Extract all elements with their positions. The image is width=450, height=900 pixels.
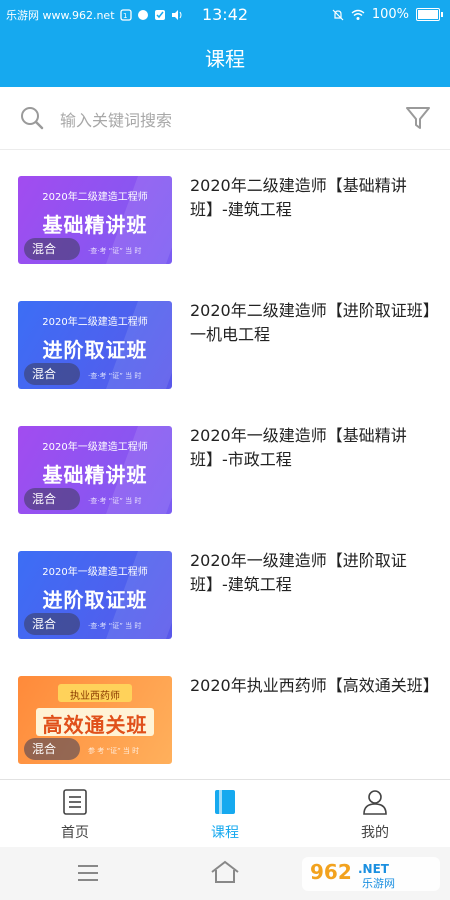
search-bar[interactable]: 输入关键词搜索 [0,87,450,150]
course-list[interactable]: 2020年二级建造工程师 基础精讲班 混合 ·查·考 “证” 当 时 2020年… [0,150,450,780]
course-title[interactable]: 2020年二级建造师【进阶取证班】一机电工程 [190,299,435,347]
course-thumbnail[interactable]: 2020年二级建造工程师 进阶取证班 混合 ·查·考 “证” 当 时 [18,301,172,389]
course-title[interactable]: 2020年一级建造师【进阶取证班】-建筑工程 [190,549,435,597]
menu-icon[interactable] [77,864,99,882]
thumbnail-slogan: ·查·考 “证” 当 时 [88,372,142,380]
tab-courses[interactable]: 课程 [150,780,300,848]
course-title[interactable]: 2020年一级建造师【基础精讲班】-市政工程 [190,424,435,472]
svg-text:乐游网: 乐游网 [362,877,395,890]
course-type-badge: 混合 [24,238,80,260]
course-item[interactable]: 执业西药师 高效通关班 混合 参 考 “证” 当 时 2020年执业西药师【高效… [0,650,450,775]
course-type-badge: 混合 [24,613,80,635]
battery-percent: 100% [371,7,409,22]
thumbnail-title: 高效通关班 [42,713,148,737]
thumbnail-subtitle: 2020年一级建造工程师 [42,567,148,578]
thumbnail-title: 进阶取证班 [42,338,148,362]
thumbnail-title: 基础精讲班 [42,463,148,487]
course-item[interactable]: 2020年二级建造工程师 进阶取证班 混合 ·查·考 “证” 当 时 2020年… [0,275,450,400]
watermark-icon: 962 .NET 乐游网 [302,857,440,891]
wifi-icon [351,9,365,20]
tab-label: 我的 [361,825,389,841]
thumbnail-title: 基础精讲班 [42,213,148,237]
course-title[interactable]: 2020年二级建造师【基础精讲班】-建筑工程 [190,174,435,222]
thumbnail-subtitle: 2020年二级建造工程师 [42,317,148,328]
status-bar: 乐游网 www.962.net 1 13:42 100% [0,0,450,32]
svg-text:.NET: .NET [358,862,390,876]
bottom-tab-bar: 首页 课程 我的 [0,779,450,848]
watermark-logo: 962 .NET 乐游网 [302,853,442,895]
search-input[interactable]: 输入关键词搜索 [60,107,172,131]
course-title[interactable]: 2020年执业西药师【高效通关班】 [190,674,439,698]
home-outline-icon[interactable] [210,860,240,884]
book-icon [215,790,235,814]
mute-icon [332,9,344,20]
tab-label: 课程 [211,825,239,841]
thumbnail-slogan: ·查·考 “证” 当 时 [88,622,142,630]
thumbnail-slogan: 参 考 “证” 当 时 [88,747,140,755]
person-icon [363,790,387,815]
tab-mine[interactable]: 我的 [300,780,450,848]
thumbnail-subtitle: 执业西药师 [70,691,120,702]
course-thumbnail[interactable]: 2020年一级建造工程师 进阶取证班 混合 ·查·考 “证” 当 时 [18,551,172,639]
tab-home[interactable]: 首页 [0,780,150,848]
thumbnail-slogan: ·查·考 “证” 当 时 [88,497,142,505]
course-type-badge: 混合 [24,363,80,385]
course-thumbnail[interactable]: 2020年二级建造工程师 基础精讲班 混合 ·查·考 “证” 当 时 [18,176,172,264]
status-right: 100% [332,7,443,22]
filter-icon[interactable] [404,104,432,132]
course-item[interactable]: 2020年一级建造工程师 基础精讲班 混合 ·查·考 “证” 当 时 2020年… [0,400,450,525]
system-nav-bar: 962 .NET 乐游网 [0,847,450,900]
battery-icon [416,8,443,21]
course-item[interactable]: 2020年一级建造工程师 进阶取证班 混合 ·查·考 “证” 当 时 2020年… [0,525,450,650]
course-thumbnail[interactable]: 2020年一级建造工程师 基础精讲班 混合 ·查·考 “证” 当 时 [18,426,172,514]
course-item[interactable]: 2020年二级建造工程师 基础精讲班 混合 ·查·考 “证” 当 时 2020年… [0,150,450,275]
course-type-badge: 混合 [24,738,80,760]
search-icon[interactable] [20,106,44,130]
thumbnail-slogan: ·查·考 “证” 当 时 [88,247,142,255]
course-type-badge: 混合 [24,488,80,510]
page-title: 课程 [205,47,245,71]
course-thumbnail[interactable]: 执业西药师 高效通关班 混合 参 考 “证” 当 时 [18,676,172,764]
svg-text:962: 962 [310,860,352,884]
home-list-icon [63,789,87,815]
header: 课程 [0,32,450,87]
thumbnail-subtitle: 2020年一级建造工程师 [42,442,148,453]
thumbnail-subtitle: 2020年二级建造工程师 [42,192,148,203]
thumbnail-title: 进阶取证班 [42,588,148,612]
tab-label: 首页 [61,825,89,841]
